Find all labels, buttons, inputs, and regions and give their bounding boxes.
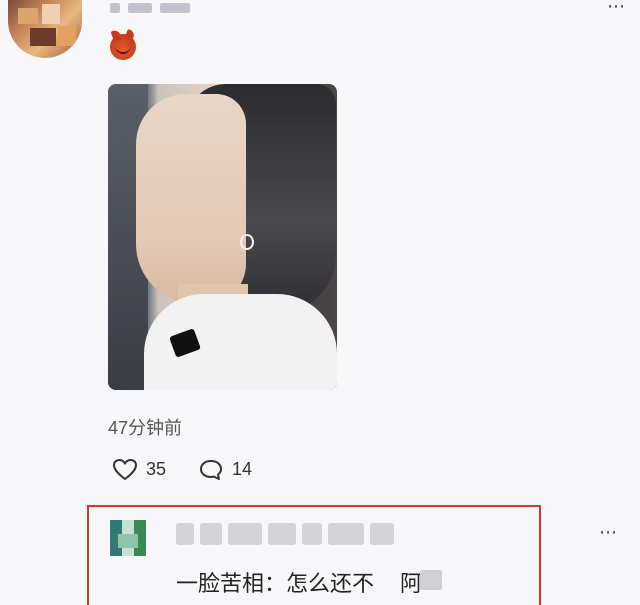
more-options-icon[interactable]: ⋯ [607, 0, 626, 17]
username-blurred[interactable] [110, 2, 216, 14]
post-timestamp: 47分钟前 [108, 418, 183, 438]
comment-count: 14 [232, 459, 253, 479]
reply-text-main: 一脸苦相：怎么还不 [176, 571, 375, 596]
like-count: 35 [146, 459, 167, 479]
post-image[interactable] [108, 84, 337, 390]
reply-username-blurred[interactable] [176, 520, 416, 548]
reply-avatar[interactable] [110, 520, 146, 556]
reply-more-icon[interactable]: ⋯ [599, 522, 618, 543]
user-avatar[interactable] [8, 0, 82, 58]
comment-bubble-icon[interactable] [198, 458, 224, 482]
censored-word [420, 570, 442, 590]
reply-text: 一脸苦相：怎么还不阿 [176, 566, 422, 598]
reply-text-tail: 阿 [400, 571, 423, 596]
devil-emoji-icon [110, 34, 136, 60]
heart-icon[interactable] [112, 458, 138, 482]
